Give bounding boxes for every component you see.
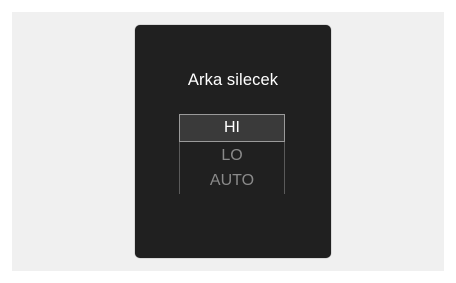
option-lo[interactable]: LO xyxy=(179,142,285,170)
wiper-mode-selector: HI LO AUTO xyxy=(179,114,285,194)
dialog-title: Arka silecek xyxy=(187,71,279,89)
option-auto[interactable]: AUTO xyxy=(179,170,285,194)
option-hi[interactable]: HI xyxy=(179,114,285,142)
